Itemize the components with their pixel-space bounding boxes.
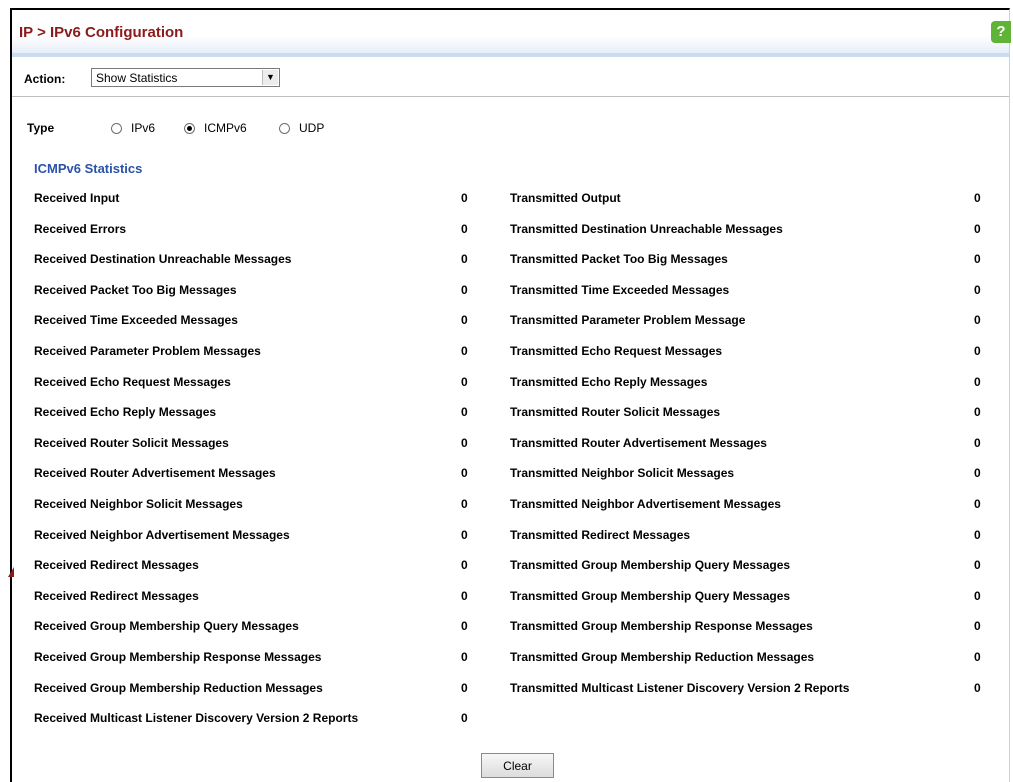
transmitted-stat-label: Transmitted Packet Too Big Messages — [510, 252, 728, 266]
received-stat-label: Received Time Exceeded Messages — [34, 313, 238, 327]
received-stat-value: 0 — [461, 589, 468, 603]
radio-ipv6-label: IPv6 — [131, 121, 156, 135]
radio-udp[interactable]: UDP — [279, 120, 324, 136]
action-bar: Action: Show Statistics ▼ — [12, 62, 1009, 97]
received-stat-value: 0 — [461, 252, 468, 266]
received-stat-value: 0 — [461, 466, 468, 480]
transmitted-stat-value: 0 — [974, 252, 981, 266]
stats-section-title: ICMPv6 Statistics — [34, 161, 143, 176]
transmitted-stat-value: 0 — [974, 222, 981, 236]
transmitted-stat-label: Transmitted Redirect Messages — [510, 528, 691, 542]
type-label: Type — [27, 121, 55, 135]
config-panel: IP > IPv6 Configuration ? Action: Show S… — [10, 8, 1011, 782]
received-stat-label: Received Parameter Problem Messages — [34, 344, 261, 358]
transmitted-stat-value: 0 — [974, 589, 981, 603]
radio-udp-circle[interactable] — [279, 122, 290, 134]
transmitted-stat-value: 0 — [974, 375, 981, 389]
transmitted-stat-value: 0 — [974, 191, 981, 205]
transmitted-stat-value: 0 — [974, 436, 981, 450]
radio-icmpv6[interactable]: ICMPv6 — [184, 120, 247, 136]
received-stat-label: Received Neighbor Advertisement Messages — [34, 528, 290, 542]
received-stat-value: 0 — [461, 497, 468, 511]
received-stat-label: Received Group Membership Query Messages — [34, 619, 299, 633]
received-stat-label: Received Echo Request Messages — [34, 375, 231, 389]
received-stat-label: Received Redirect Messages — [34, 589, 199, 603]
received-stat-label: Received Group Membership Response Messa… — [34, 650, 322, 664]
received-stat-value: 0 — [461, 191, 468, 205]
transmitted-stat-label: Transmitted Echo Reply Messages — [510, 375, 708, 389]
radio-ipv6-circle[interactable] — [111, 122, 122, 134]
received-stat-value: 0 — [461, 313, 468, 327]
transmitted-stat-label: Transmitted Echo Request Messages — [510, 344, 723, 358]
received-stat-label: Received Echo Reply Messages — [34, 405, 217, 419]
radio-ipv6[interactable]: IPv6 — [111, 120, 155, 136]
radio-udp-label: UDP — [299, 121, 325, 135]
received-stat-value: 0 — [461, 375, 468, 389]
transmitted-stat-value: 0 — [974, 313, 981, 327]
received-stat-value: 0 — [461, 436, 468, 450]
received-stat-label: Received Packet Too Big Messages — [34, 283, 237, 297]
transmitted-stat-value: 0 — [974, 619, 981, 633]
title-bar: IP > IPv6 Configuration ? — [12, 10, 1011, 57]
received-stat-label: Received Neighbor Solicit Messages — [34, 497, 243, 511]
side-marker-icon — [8, 567, 14, 577]
received-stat-value: 0 — [461, 283, 468, 297]
transmitted-stat-label: Transmitted Group Membership Reduction M… — [510, 650, 815, 664]
received-stat-label: Received Multicast Listener Discovery Ve… — [34, 711, 359, 725]
transmitted-stat-value: 0 — [974, 405, 981, 419]
action-select-value: Show Statistics — [96, 71, 178, 85]
radio-icmpv6-label: ICMPv6 — [204, 121, 247, 135]
received-stat-value: 0 — [461, 405, 468, 419]
transmitted-stat-label: Transmitted Group Membership Query Messa… — [510, 558, 791, 572]
received-stat-label: Received Router Solicit Messages — [34, 436, 229, 450]
action-select[interactable]: Show Statistics ▼ — [91, 68, 280, 87]
received-stat-label: Received Redirect Messages — [34, 558, 199, 572]
received-stat-value: 0 — [461, 681, 468, 695]
radio-icmpv6-circle[interactable] — [184, 122, 195, 134]
transmitted-stat-value: 0 — [974, 681, 981, 695]
action-label: Action: — [24, 72, 66, 86]
transmitted-stat-value: 0 — [974, 283, 981, 297]
transmitted-stat-label: Transmitted Router Solicit Messages — [510, 405, 721, 419]
transmitted-stat-label: Transmitted Router Advertisement Message… — [510, 436, 767, 450]
transmitted-stat-label: Transmitted Destination Unreachable Mess… — [510, 222, 783, 236]
received-stat-value: 0 — [461, 711, 468, 725]
transmitted-stat-label: Transmitted Time Exceeded Messages — [510, 283, 730, 297]
transmitted-stat-value: 0 — [974, 466, 981, 480]
transmitted-stat-label: Transmitted Group Membership Query Messa… — [510, 589, 791, 603]
received-stat-value: 0 — [461, 619, 468, 633]
received-stat-value: 0 — [461, 222, 468, 236]
received-stat-label: Received Input — [34, 191, 120, 205]
transmitted-stat-label: Transmitted Parameter Problem Message — [510, 313, 746, 327]
transmitted-stat-label: Transmitted Multicast Listener Discovery… — [510, 681, 850, 695]
help-icon[interactable]: ? — [991, 21, 1011, 43]
received-stat-label: Received Group Membership Reduction Mess… — [34, 681, 323, 695]
chevron-down-icon[interactable]: ▼ — [262, 70, 278, 85]
transmitted-stat-label: Transmitted Neighbor Advertisement Messa… — [510, 497, 781, 511]
received-stat-value: 0 — [461, 344, 468, 358]
received-stat-label: Received Router Advertisement Messages — [34, 466, 276, 480]
transmitted-stat-value: 0 — [974, 650, 981, 664]
transmitted-stat-value: 0 — [974, 558, 981, 572]
received-stat-label: Received Errors — [34, 222, 127, 236]
received-stat-label: Received Destination Unreachable Message… — [34, 252, 292, 266]
received-stat-value: 0 — [461, 558, 468, 572]
transmitted-stat-value: 0 — [974, 344, 981, 358]
received-stat-value: 0 — [461, 528, 468, 542]
received-stat-value: 0 — [461, 650, 468, 664]
page-title: IP > IPv6 Configuration — [19, 24, 184, 41]
type-selector: Type IPv6 ICMPv6 UDP — [12, 118, 1009, 138]
transmitted-stat-value: 0 — [974, 497, 981, 511]
transmitted-stat-value: 0 — [974, 528, 981, 542]
transmitted-stat-label: Transmitted Group Membership Response Me… — [510, 619, 813, 633]
transmitted-stat-label: Transmitted Neighbor Solicit Messages — [510, 466, 735, 480]
clear-button[interactable]: Clear — [481, 753, 554, 778]
transmitted-stat-label: Transmitted Output — [510, 191, 621, 205]
